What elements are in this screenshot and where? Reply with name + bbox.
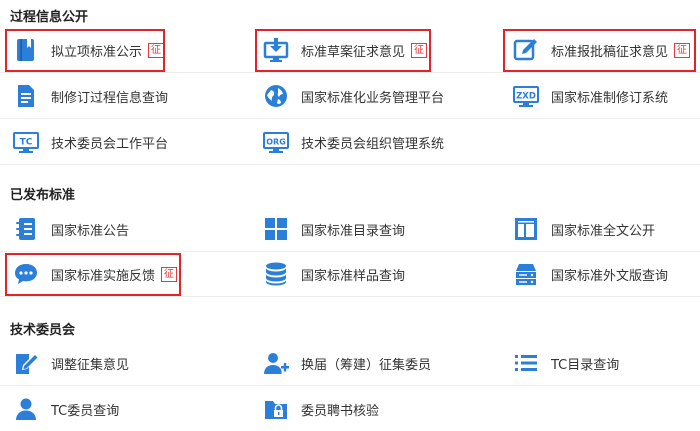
- chat-bubble-icon: [13, 261, 39, 287]
- section-title-published: 已发布标准: [10, 188, 76, 203]
- proposed-standard-publicity-link[interactable]: 拟立项标准公示 征: [13, 28, 165, 72]
- process-row-3: TC 技术委员会工作平台 ORG 技术委员会组织管理系统: [0, 120, 700, 165]
- process-row-2: 制修订过程信息查询 国家标准化业务管理平台 ZXD 国家标准制修订系统: [0, 74, 700, 119]
- sample-query-link[interactable]: 国家标准样品查询: [263, 252, 405, 296]
- tc-icon-text: TC: [20, 138, 33, 148]
- reelection-label: 换届（筹建）征集委员: [301, 357, 432, 373]
- layout-icon: [513, 216, 539, 242]
- tc-work-platform-label: 技术委员会工作平台: [51, 136, 169, 152]
- fulltext-label: 国家标准全文公开: [551, 223, 656, 239]
- tc-member-query-label: TC委员查询: [51, 403, 120, 419]
- tc-org-system-link[interactable]: ORG 技术委员会组织管理系统: [263, 120, 444, 164]
- tc-monitor-icon: TC: [13, 129, 39, 155]
- org-monitor-icon: ORG: [263, 129, 289, 155]
- server-icon: [513, 261, 539, 287]
- solicit-badge: 征: [148, 42, 165, 58]
- adjust-comments-link[interactable]: 调整征集意见: [13, 341, 129, 385]
- user-icon: [13, 396, 39, 422]
- edit-document-icon: [13, 350, 39, 376]
- folder-lock-icon: [263, 396, 289, 422]
- book-icon: [13, 37, 39, 63]
- announcement-link[interactable]: 国家标准公告: [13, 207, 129, 251]
- revision-system-link[interactable]: ZXD 国家标准制修订系统: [513, 74, 668, 118]
- revision-system-label: 国家标准制修订系统: [551, 90, 669, 106]
- committee-row-2: TC委员查询 委员聘书核验: [0, 387, 700, 431]
- implementation-feedback-link[interactable]: 国家标准实施反馈 征: [13, 252, 178, 296]
- announcement-label: 国家标准公告: [51, 223, 130, 239]
- process-row-1: 拟立项标准公示 征 标准草案征求意见 征 标准报批稿征求意见 征: [0, 28, 700, 73]
- list-icon: [513, 350, 539, 376]
- draft-comments-label: 标准草案征求意见: [301, 44, 406, 60]
- zxd-monitor-icon: ZXD: [513, 83, 539, 109]
- foreign-version-query-link[interactable]: 国家标准外文版查询: [513, 252, 668, 296]
- download-monitor-icon: [263, 37, 289, 63]
- reelection-link[interactable]: 换届（筹建）征集委员: [263, 341, 431, 385]
- zxd-icon-text: ZXD: [516, 92, 536, 102]
- draft-comments-link[interactable]: 标准草案征求意见 征: [263, 28, 428, 72]
- approval-draft-comments-label: 标准报批稿征求意见: [551, 44, 669, 60]
- tc-org-system-label: 技术委员会组织管理系统: [301, 136, 445, 152]
- section-title-process: 过程信息公开: [10, 10, 89, 25]
- add-user-icon: [263, 350, 289, 376]
- catalog-query-link[interactable]: 国家标准目录查询: [263, 207, 405, 251]
- solicit-badge: 征: [411, 42, 428, 58]
- committee-row-1: 调整征集意见 换届（筹建）征集委员 TC目录查询: [0, 341, 700, 386]
- solicit-badge: 征: [674, 42, 691, 58]
- revision-info-query-label: 制修订过程信息查询: [51, 90, 169, 106]
- implementation-feedback-label: 国家标准实施反馈: [51, 268, 156, 284]
- tc-catalog-query-label: TC目录查询: [551, 357, 620, 373]
- adjust-comments-label: 调整征集意见: [51, 357, 130, 373]
- notebook-icon: [13, 216, 39, 242]
- business-platform-label: 国家标准化业务管理平台: [301, 90, 445, 106]
- grid-icon: [263, 216, 289, 242]
- edit-icon: [513, 37, 539, 63]
- fulltext-link[interactable]: 国家标准全文公开: [513, 207, 655, 251]
- tc-catalog-query-link[interactable]: TC目录查询: [513, 341, 619, 385]
- business-platform-link[interactable]: 国家标准化业务管理平台: [263, 74, 444, 118]
- database-icon: [263, 261, 289, 287]
- foreign-version-query-label: 国家标准外文版查询: [551, 268, 669, 284]
- solicit-badge: 征: [161, 266, 178, 282]
- org-icon-text: ORG: [266, 138, 286, 147]
- tc-member-query-link[interactable]: TC委员查询: [13, 387, 119, 431]
- published-row-1: 国家标准公告 国家标准目录查询 国家标准全文公开: [0, 207, 700, 252]
- member-certificate-verify-label: 委员聘书核验: [301, 403, 380, 419]
- document-icon: [13, 83, 39, 109]
- catalog-query-label: 国家标准目录查询: [301, 223, 406, 239]
- globe-icon: [263, 83, 289, 109]
- member-certificate-verify-link[interactable]: 委员聘书核验: [263, 387, 379, 431]
- section-title-committee: 技术委员会: [10, 323, 76, 338]
- approval-draft-comments-link[interactable]: 标准报批稿征求意见 征: [513, 28, 691, 72]
- proposed-standard-publicity-label: 拟立项标准公示: [51, 44, 143, 60]
- tc-work-platform-link[interactable]: TC 技术委员会工作平台: [13, 120, 168, 164]
- sample-query-label: 国家标准样品查询: [301, 268, 406, 284]
- published-row-2: 国家标准实施反馈 征 国家标准样品查询 国家标准外文版查询: [0, 252, 700, 297]
- revision-info-query-link[interactable]: 制修订过程信息查询: [13, 74, 168, 118]
